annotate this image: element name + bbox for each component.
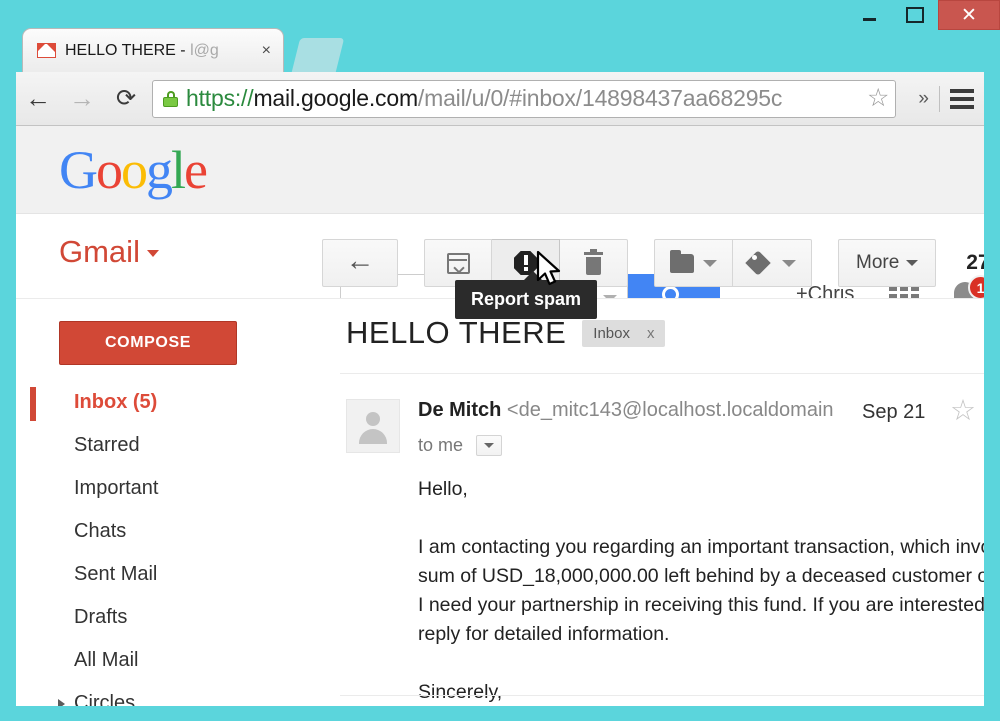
sidebar-item-chats[interactable]: Chats <box>16 510 322 553</box>
tab-title: HELLO THERE - l@g <box>65 42 256 60</box>
message-date: Sep 21 <box>862 401 926 423</box>
trash-icon <box>584 248 603 275</box>
sidebar-item-label: Important <box>74 477 159 499</box>
bookmark-star-icon[interactable]: ☆ <box>867 86 889 111</box>
browser-toolbar: ← → ⟳ https://mail.google.com/mail/u/0/#… <box>16 72 984 126</box>
mail-toolbar: ← More 27 <box>322 229 984 297</box>
message-body: Hello, I am contacting you regarding an … <box>418 478 984 703</box>
sidebar-item-sent-mail[interactable]: Sent Mail <box>16 553 322 596</box>
gmail-logo-label: Gmail <box>59 234 140 269</box>
triangle-right-icon[interactable] <box>58 699 65 706</box>
sender-address: <de_mitc143@localhost.localdomain <box>506 399 834 421</box>
label-chip-remove-icon[interactable]: x <box>647 325 655 342</box>
address-bar-url: https://mail.google.com/mail/u/0/#inbox/… <box>186 85 863 112</box>
back-to-inbox-button[interactable]: ← <box>322 239 398 287</box>
browser-menu-icon[interactable] <box>940 84 984 114</box>
url-path: /mail/u/0/#inbox/14898437aa68295c <box>417 85 783 111</box>
sidebar-item-label: Chats <box>74 520 127 542</box>
sender-name: De Mitch <box>418 399 502 421</box>
tab-strip: HELLO THERE - l@g × <box>0 0 1000 72</box>
move-to-button[interactable] <box>654 239 733 287</box>
back-button[interactable]: ← <box>16 77 60 121</box>
gmail-logo[interactable]: Gmail <box>59 234 159 270</box>
url-scheme: https:// <box>186 85 254 111</box>
web-page: Google +Chris 1 Gmail ← More 27 COMPOSE … <box>16 126 984 706</box>
compose-button[interactable]: COMPOSE <box>59 321 237 365</box>
divider <box>340 695 984 696</box>
lock-icon <box>163 90 178 107</box>
message-details-button[interactable] <box>476 435 503 456</box>
more-button-label: More <box>856 252 900 273</box>
page-title: HELLO THERE <box>346 315 567 350</box>
pagination-status: 27 of <box>966 251 984 275</box>
sidebar-item-label: Sent Mail <box>74 563 158 585</box>
chevron-down-icon[interactable] <box>146 250 159 257</box>
browser-tab-gmail[interactable]: HELLO THERE - l@g × <box>22 28 284 72</box>
pagination-count: 27 <box>966 251 984 274</box>
subject-row: HELLO THERE Inbox x <box>346 315 666 351</box>
sidebar-item-all-mail[interactable]: All Mail <box>16 639 322 682</box>
sidebar-item-circles[interactable]: Circles <box>16 682 322 706</box>
arrow-left-icon: ← <box>345 244 375 277</box>
toolbar-overflow-button[interactable]: » <box>908 85 940 112</box>
more-button[interactable]: More <box>838 239 937 287</box>
archive-icon <box>446 252 470 274</box>
recipient-label: to me <box>418 435 464 455</box>
move-label-group <box>654 239 812 287</box>
tab-title-tail: l@g <box>190 41 219 59</box>
chevron-down-icon <box>703 259 717 267</box>
chevron-down-icon <box>906 260 919 266</box>
divider <box>340 373 984 374</box>
avatar <box>346 399 400 453</box>
gmail-favicon-icon <box>37 43 56 58</box>
label-chip-inbox[interactable]: Inbox x <box>582 319 666 347</box>
gmail-sidebar: COMPOSE Inbox (5) Starred Important Chat… <box>16 298 322 706</box>
browser-window: ✕ HELLO THERE - l@g × ← → ⟳ https://mail… <box>0 0 1000 721</box>
google-logo[interactable]: Google <box>59 143 208 197</box>
sidebar-item-label: Drafts <box>74 606 128 628</box>
folder-icon <box>670 249 694 273</box>
address-bar[interactable]: https://mail.google.com/mail/u/0/#inbox/… <box>152 79 897 118</box>
label-chip-label: Inbox <box>593 324 630 342</box>
labels-button[interactable] <box>733 239 812 287</box>
message-pane: HELLO THERE Inbox x De Mitch <de_mitc143… <box>322 298 984 706</box>
label-tag-icon <box>744 250 773 276</box>
sidebar-item-label: All Mail <box>74 649 139 671</box>
tab-title-main: HELLO THERE - <box>65 41 191 59</box>
new-tab-button[interactable] <box>291 38 345 72</box>
reload-button[interactable]: ⟳ <box>104 77 148 121</box>
sidebar-item-important[interactable]: Important <box>16 467 322 510</box>
recipient-row: to me <box>418 435 503 456</box>
sidebar-item-label: Starred <box>74 434 140 456</box>
forward-button[interactable]: → <box>60 77 104 121</box>
message-star-icon[interactable]: ☆ <box>950 397 976 426</box>
tab-close-icon[interactable]: × <box>256 42 283 59</box>
sidebar-nav-list: Inbox (5) Starred Important Chats Sent M… <box>16 381 322 706</box>
sidebar-item-label: Inbox (5) <box>74 391 158 413</box>
sidebar-item-inbox[interactable]: Inbox (5) <box>16 381 322 424</box>
url-host: mail.google.com <box>253 85 418 111</box>
sidebar-item-drafts[interactable]: Drafts <box>16 596 322 639</box>
tooltip-report-spam: Report spam <box>455 271 598 319</box>
chevron-down-icon <box>781 259 796 267</box>
sidebar-item-label: Circles <box>74 692 136 706</box>
sidebar-item-starred[interactable]: Starred <box>16 424 322 467</box>
back-to-inbox-group: ← <box>322 239 398 287</box>
